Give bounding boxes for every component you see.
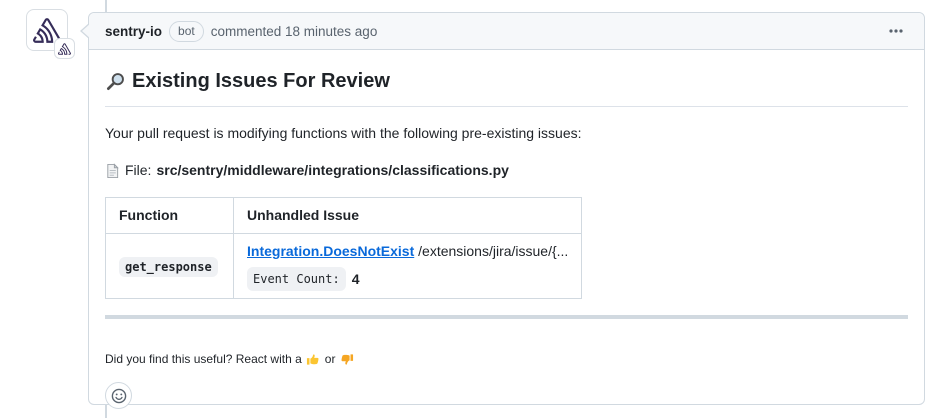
table-header-row: Function Unhandled Issue — [106, 198, 582, 234]
issue-line: Integration.DoesNotExist /extensions/jir… — [247, 241, 568, 262]
event-count-label-code: Event Count: — [247, 267, 346, 291]
section-title-text: Existing Issues For Review — [132, 66, 390, 96]
add-reaction-button[interactable] — [105, 382, 132, 409]
section-title: Existing Issues For Review — [105, 66, 908, 107]
useful-prompt-or: or — [325, 350, 336, 368]
file-line: File: src/sentry/middleware/integrations… — [105, 160, 908, 181]
issues-table: Function Unhandled Issue get_response In… — [105, 197, 582, 299]
speech-caret-fill — [82, 23, 91, 39]
comment-header: sentry-io bot commented 18 minutes ago — [89, 13, 924, 50]
author-link[interactable]: sentry-io — [105, 24, 162, 39]
function-name-code: get_response — [119, 257, 218, 277]
comment-action-text: commented 18 minutes ago — [211, 24, 378, 39]
useful-prompt-text: Did you find this useful? React with a — [105, 350, 302, 368]
timestamp-link[interactable]: 18 minutes ago — [285, 24, 377, 39]
column-header-unhandled-issue: Unhandled Issue — [234, 198, 582, 234]
smiley-icon — [111, 388, 127, 404]
event-count-line: Event Count: 4 — [247, 267, 568, 291]
issue-link[interactable]: Integration.DoesNotExist — [247, 243, 414, 259]
issue-cell: Integration.DoesNotExist /extensions/jir… — [234, 234, 582, 299]
horizontal-rule — [105, 315, 908, 319]
kebab-horizontal-icon — [888, 23, 904, 39]
comment-container: sentry-io bot commented 18 minutes ago — [88, 12, 925, 405]
table-row: get_response Integration.DoesNotExist /e… — [106, 234, 582, 299]
thumbs-down-icon — [339, 352, 354, 367]
intro-text: Your pull request is modifying functions… — [105, 123, 908, 144]
github-comment-page: sentry-io bot commented 18 minutes ago — [0, 0, 937, 418]
function-cell: get_response — [106, 234, 234, 299]
comment-body: Existing Issues For Review Your pull req… — [89, 50, 924, 418]
sentry-logo-small-icon — [58, 43, 71, 55]
event-count-value: 4 — [352, 269, 360, 290]
column-header-function: Function — [106, 198, 234, 234]
action-verb: commented — [211, 24, 282, 39]
useful-prompt: Did you find this useful? React with a o… — [105, 350, 908, 368]
thumbs-up-icon — [306, 352, 321, 367]
file-path: src/sentry/middleware/integrations/class… — [156, 160, 508, 181]
issue-path: /extensions/jira/issue/{... — [418, 243, 568, 259]
file-label: File: — [125, 160, 151, 181]
magnifying-glass-icon — [105, 71, 126, 92]
bot-identity-badge — [54, 38, 75, 59]
comment-options-button[interactable] — [884, 19, 908, 43]
bot-badge: bot — [169, 21, 204, 42]
page-document-icon — [105, 163, 120, 179]
